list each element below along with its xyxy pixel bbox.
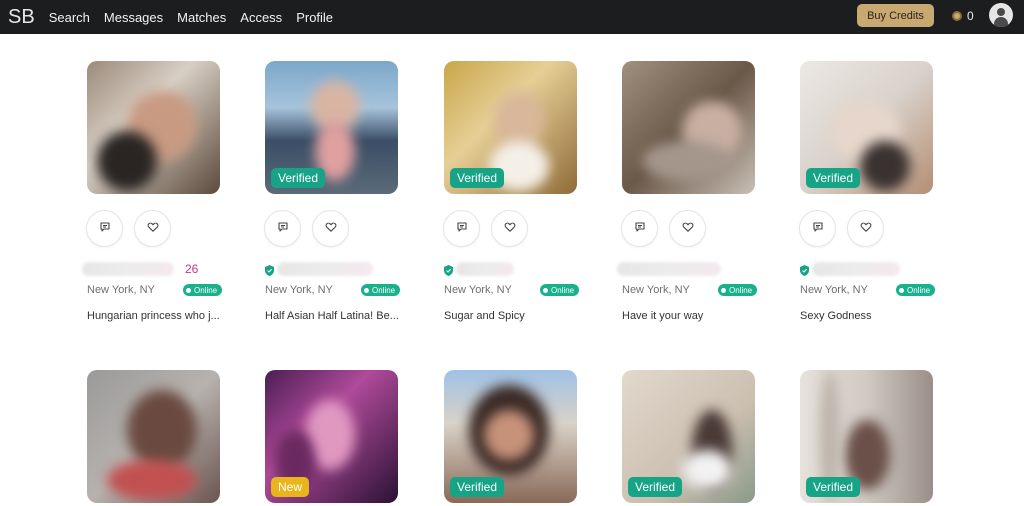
chat-icon <box>277 220 289 238</box>
heart-icon <box>682 220 694 238</box>
nav-matches[interactable]: Matches <box>177 10 226 25</box>
favorite-button[interactable] <box>847 210 884 247</box>
profile-photo[interactable]: Verified <box>800 370 933 503</box>
profile-location: New York, NY <box>444 284 512 296</box>
profile-location: New York, NY <box>622 284 690 296</box>
profile-tagline[interactable]: Sugar and Spicy <box>444 310 525 322</box>
credit-balance[interactable]: 0 <box>952 9 974 23</box>
nav-profile[interactable]: Profile <box>296 10 333 25</box>
verified-badge: Verified <box>806 168 861 188</box>
profile-name-blurred <box>456 262 514 276</box>
heart-icon <box>325 220 337 238</box>
chat-icon <box>99 220 111 238</box>
verified-shield-icon <box>800 263 809 276</box>
profile-tagline[interactable]: Hungarian princess who j... <box>87 310 220 322</box>
online-label: Online <box>729 285 753 295</box>
nav-access[interactable]: Access <box>240 10 282 25</box>
message-button[interactable] <box>443 210 480 247</box>
site-logo[interactable]: SB <box>8 6 35 29</box>
profile-name-blurred <box>617 262 721 276</box>
profile-photo[interactable]: Verified <box>622 370 755 503</box>
profile-name-blurred <box>812 262 900 276</box>
credit-count: 0 <box>967 9 974 23</box>
profile-tagline[interactable]: Sexy Godness <box>800 310 872 322</box>
favorite-button[interactable] <box>491 210 528 247</box>
verified-badge: Verified <box>806 477 861 497</box>
nav-messages[interactable]: Messages <box>104 10 163 25</box>
coin-icon <box>952 11 962 21</box>
top-nav-bar: SB Search Messages Matches Access Profil… <box>0 0 1024 34</box>
online-dot-icon <box>364 287 369 293</box>
online-status-badge: Online <box>896 284 936 296</box>
profile-location: New York, NY <box>800 284 868 296</box>
nav-search[interactable]: Search <box>49 10 90 25</box>
profile-age: 26 <box>185 262 199 276</box>
chat-icon <box>812 220 824 238</box>
heart-icon <box>147 220 159 238</box>
profile-name-blurred <box>82 262 174 276</box>
profile-name-blurred <box>277 262 373 276</box>
profile-photo[interactable]: Verified <box>444 370 577 503</box>
profile-photo[interactable]: New <box>265 370 398 503</box>
buy-credits-button[interactable]: Buy Credits <box>857 4 934 27</box>
online-status-badge: Online <box>183 284 223 296</box>
favorite-button[interactable] <box>669 210 706 247</box>
profile-tagline[interactable]: Have it your way <box>622 310 703 322</box>
online-status-badge: Online <box>718 284 758 296</box>
message-button[interactable] <box>799 210 836 247</box>
verified-shield-icon <box>444 263 453 276</box>
chat-icon <box>456 220 468 238</box>
profile-photo[interactable]: Verified <box>265 61 398 194</box>
online-dot-icon <box>543 287 548 293</box>
message-button[interactable] <box>621 210 658 247</box>
online-label: Online <box>907 285 931 295</box>
profile-photo[interactable] <box>622 61 755 194</box>
favorite-button[interactable] <box>312 210 349 247</box>
profile-location: New York, NY <box>87 284 155 296</box>
online-dot-icon <box>186 287 191 293</box>
online-dot-icon <box>899 287 904 293</box>
profile-photo[interactable] <box>87 370 220 503</box>
online-status-badge: Online <box>540 284 580 296</box>
verified-badge: Verified <box>628 477 683 497</box>
heart-icon <box>860 220 872 238</box>
profile-photo[interactable]: Verified <box>800 61 933 194</box>
online-label: Online <box>372 285 396 295</box>
online-status-badge: Online <box>361 284 401 296</box>
new-badge: New <box>271 477 310 497</box>
verified-badge: Verified <box>271 168 326 188</box>
favorite-button[interactable] <box>134 210 171 247</box>
online-dot-icon <box>721 287 726 293</box>
verified-shield-icon <box>265 263 274 276</box>
profile-location: New York, NY <box>265 284 333 296</box>
online-label: Online <box>551 285 575 295</box>
message-button[interactable] <box>264 210 301 247</box>
user-avatar-icon[interactable] <box>989 3 1013 27</box>
chat-icon <box>634 220 646 238</box>
verified-badge: Verified <box>450 168 505 188</box>
online-label: Online <box>194 285 218 295</box>
profile-photo[interactable]: Verified <box>444 61 577 194</box>
heart-icon <box>504 220 516 238</box>
message-button[interactable] <box>86 210 123 247</box>
verified-badge: Verified <box>450 477 505 497</box>
profile-tagline[interactable]: Half Asian Half Latina! Be... <box>265 310 399 322</box>
profile-photo[interactable] <box>87 61 220 194</box>
